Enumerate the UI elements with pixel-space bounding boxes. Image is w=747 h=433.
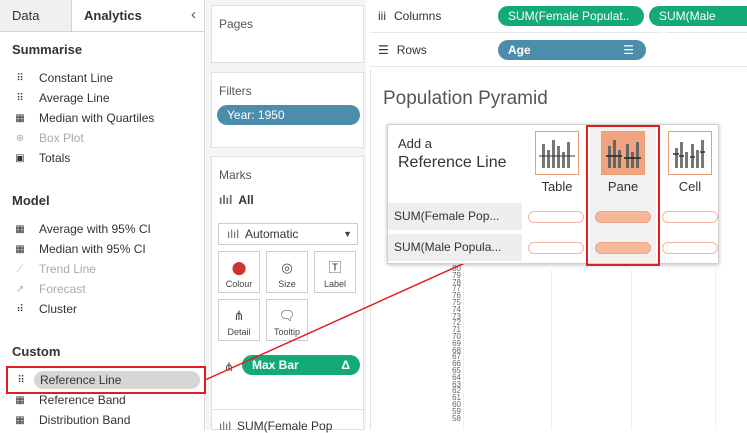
- popup-heading: Reference Line: [398, 154, 507, 171]
- drop-target-cell-male[interactable]: [662, 242, 718, 254]
- add-reference-line-popup: Add a Reference Line Table Pane Cell SUM…: [387, 124, 719, 264]
- table-scope-icon: [539, 140, 575, 168]
- popup-row-female: SUM(Female Pop...: [388, 203, 522, 230]
- popup-heading-small: Add a: [398, 136, 432, 151]
- drop-target-table-female[interactable]: [528, 211, 584, 223]
- scope-cell-label: Cell: [678, 179, 702, 194]
- scope-cell-button[interactable]: [668, 131, 712, 175]
- cell-scope-icon: [673, 140, 705, 168]
- scope-table-label: Table: [541, 179, 573, 194]
- drop-target-table-male[interactable]: [528, 242, 584, 254]
- pane-highlight-box: [586, 125, 660, 266]
- scope-table-button[interactable]: [535, 131, 579, 175]
- popup-row-male: SUM(Male Popula...: [388, 234, 522, 261]
- drop-target-cell-female[interactable]: [662, 211, 718, 223]
